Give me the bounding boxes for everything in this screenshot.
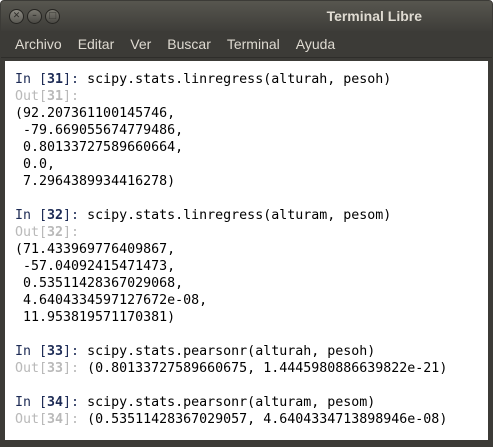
menu-editar[interactable]: Editar [70, 36, 123, 52]
in-prompt: In [ [15, 395, 48, 410]
input-line: In [34]: scipy.stats.pearsonr(alturam, p… [15, 394, 488, 411]
window-right-border [488, 61, 492, 440]
out-prompt-close: ]: [63, 89, 80, 104]
in-prompt: In [ [15, 208, 48, 223]
in-prompt-close: ]: [63, 395, 88, 410]
menu-ver[interactable]: Ver [122, 36, 159, 52]
input-line: In [33]: scipy.stats.pearsonr(alturah, p… [15, 343, 488, 360]
command-text: scipy.stats.linregress(alturah, pesoh) [87, 72, 392, 87]
out-prompt: Out[ [15, 89, 48, 104]
output-line: 0.0, [15, 157, 56, 172]
output-line: -79.669055674779486, [15, 123, 184, 138]
menu-ayuda[interactable]: Ayuda [288, 36, 343, 52]
in-prompt-number: 34 [47, 395, 64, 410]
title-bar[interactable]: ✕ – □ Terminal Libre [1, 1, 492, 31]
minimize-icon[interactable]: – [27, 9, 42, 24]
out-prompt-close: ]: [63, 361, 88, 376]
out-prompt-number: 32 [47, 225, 64, 240]
output-value: (0.80133727589660675, 1.4445980886639822… [87, 361, 448, 376]
in-prompt-number: 31 [47, 72, 64, 87]
output-line: 4.6404334597127672e-08, [15, 293, 208, 308]
output-line: 11.953819571170381) [15, 310, 176, 325]
output-line: (92.207361100145746, [15, 106, 176, 121]
out-prompt-number: 33 [47, 361, 64, 376]
ipython-cell: In [34]: scipy.stats.pearsonr(alturam, p… [15, 394, 488, 428]
ipython-cell: In [32]: scipy.stats.linregress(alturam,… [15, 207, 488, 326]
window-title: Terminal Libre [326, 8, 422, 24]
output-line: -57.04092415471473, [15, 259, 176, 274]
output-line: 0.53511428367029068, [15, 276, 184, 291]
command-text: scipy.stats.pearsonr(alturam, pesom) [87, 395, 376, 410]
out-prompt-close: ]: [63, 412, 88, 427]
out-prompt: Out[ [15, 361, 48, 376]
out-prompt-number: 31 [47, 89, 64, 104]
command-text: scipy.stats.linregress(alturam, pesom) [87, 208, 392, 223]
in-prompt-close: ]: [63, 72, 88, 87]
output-prompt-line: Out[31]: [15, 88, 488, 105]
output-value: (0.53511428367029057, 4.6404334713898946… [87, 412, 448, 427]
maximize-icon[interactable]: □ [45, 9, 60, 24]
ipython-cell: In [31]: scipy.stats.linregress(alturah,… [15, 71, 488, 190]
output-prompt-line: Out[32]: [15, 224, 488, 241]
out-prompt-close: ]: [63, 225, 80, 240]
terminal-output-area[interactable]: In [31]: scipy.stats.linregress(alturah,… [5, 61, 488, 440]
output-line: 0.80133727589660664, [15, 140, 184, 155]
output-line: 7.2964389934416278) [15, 174, 176, 189]
in-prompt-number: 32 [47, 208, 64, 223]
terminal-window: ✕ – □ Terminal Libre Archivo Editar Ver … [0, 0, 493, 447]
in-prompt-close: ]: [63, 208, 88, 223]
ipython-cell: In [33]: scipy.stats.pearsonr(alturah, p… [15, 343, 488, 377]
input-line: In [31]: scipy.stats.linregress(alturah,… [15, 71, 488, 88]
in-prompt: In [ [15, 344, 48, 359]
output-line: Out[33]: (0.80133727589660675, 1.4445980… [15, 360, 488, 377]
output-line: Out[34]: (0.53511428367029057, 4.6404334… [15, 411, 488, 428]
menu-archivo[interactable]: Archivo [7, 36, 70, 52]
menu-buscar[interactable]: Buscar [159, 36, 219, 52]
close-icon[interactable]: ✕ [9, 9, 24, 24]
out-prompt: Out[ [15, 412, 48, 427]
command-text: scipy.stats.pearsonr(alturah, pesoh) [87, 344, 376, 359]
menu-terminal[interactable]: Terminal [219, 36, 288, 52]
output-line: (71.433969776409867, [15, 242, 176, 257]
input-line: In [32]: scipy.stats.linregress(alturam,… [15, 207, 488, 224]
in-prompt: In [ [15, 72, 48, 87]
out-prompt-number: 34 [47, 412, 64, 427]
in-prompt-close: ]: [63, 344, 88, 359]
in-prompt-number: 33 [47, 344, 64, 359]
menu-bar: Archivo Editar Ver Buscar Terminal Ayuda [1, 31, 492, 58]
out-prompt: Out[ [15, 225, 48, 240]
